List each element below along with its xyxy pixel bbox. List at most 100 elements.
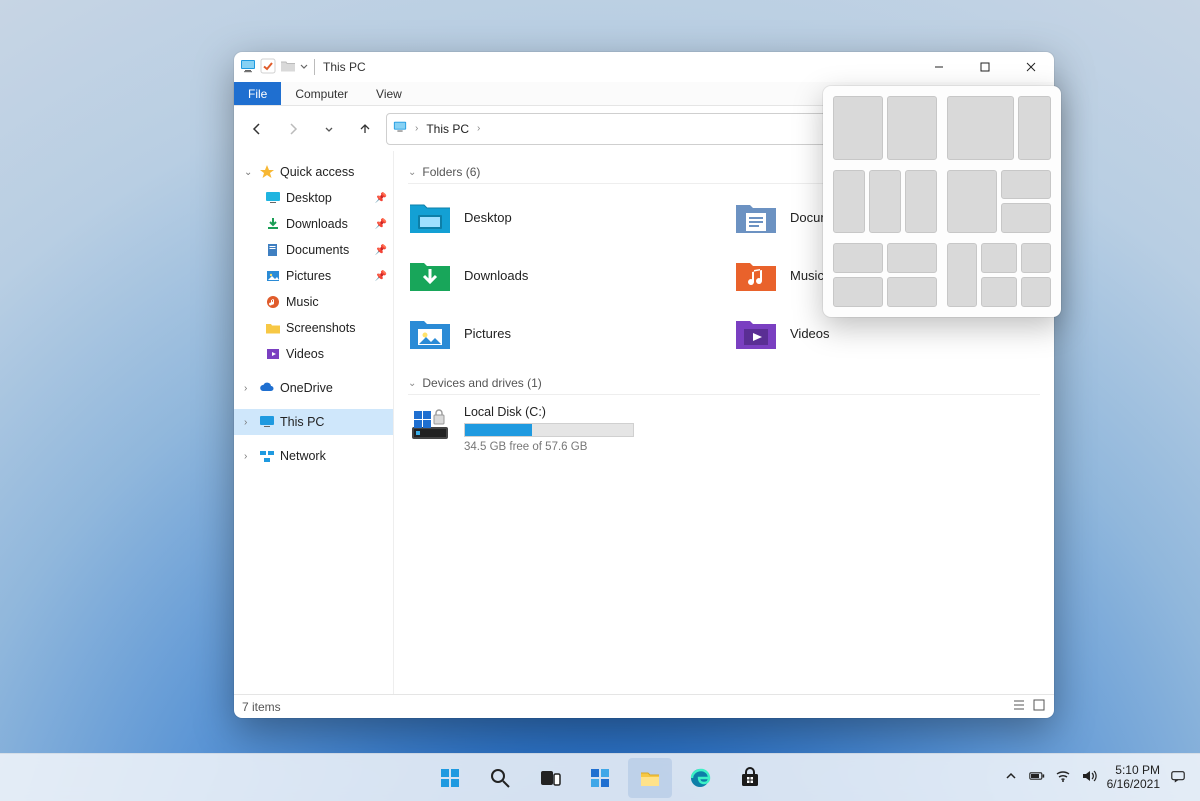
videos-icon <box>264 345 282 363</box>
drive-name: Local Disk (C:) <box>464 405 634 419</box>
drive-usage-bar <box>464 423 634 437</box>
sidebar-item-music[interactable]: Music <box>234 289 393 315</box>
sidebar-item-label: Quick access <box>280 165 387 179</box>
group-header-drives[interactable]: ⌄ Devices and drives (1) <box>408 372 1040 395</box>
sidebar-item-label: Screenshots <box>286 321 387 335</box>
desktop-icon <box>264 189 282 207</box>
chevron-down-icon[interactable]: ⌄ <box>244 167 254 178</box>
sidebar-onedrive[interactable]: › OneDrive <box>234 375 393 401</box>
folder-icon <box>264 319 282 337</box>
window-close-button[interactable] <box>1008 52 1054 82</box>
snap-layout-three-columns[interactable] <box>833 170 937 234</box>
snap-layout-quadrants[interactable] <box>833 243 937 307</box>
sidebar-quick-access[interactable]: ⌄ Quick access <box>234 159 393 185</box>
nav-recent-dropdown[interactable] <box>314 114 344 144</box>
chevron-right-icon[interactable]: › <box>244 451 254 462</box>
sidebar-item-label: Desktop <box>286 191 371 205</box>
ribbon-tab-computer[interactable]: Computer <box>281 82 362 105</box>
tray-date: 6/16/2021 <box>1107 778 1160 792</box>
folder-item-pictures[interactable]: Pictures <box>408 310 714 356</box>
tray-volume-icon[interactable] <box>1081 768 1097 787</box>
taskbar-search-button[interactable] <box>478 758 522 798</box>
drive-item-local-c[interactable]: Local Disk (C:) 34.5 GB free of 57.6 GB <box>408 405 1040 453</box>
tray-notifications-icon[interactable] <box>1170 769 1188 787</box>
status-view-large-icon[interactable] <box>1032 698 1046 715</box>
sidebar-item-videos[interactable]: Videos <box>234 341 393 367</box>
status-view-details-icon[interactable] <box>1012 698 1026 715</box>
sidebar-item-label: Downloads <box>286 217 371 231</box>
tray-overflow-icon[interactable] <box>1003 768 1019 787</box>
breadcrumb-root[interactable]: This PC <box>426 122 469 136</box>
sidebar-item-label: Music <box>286 295 387 309</box>
this-pc-icon <box>240 58 256 77</box>
explorer-folder-qat-icon[interactable] <box>280 58 296 77</box>
sidebar-item-label: Pictures <box>286 269 371 283</box>
network-icon <box>258 447 276 465</box>
sidebar-item-label: Videos <box>286 347 387 361</box>
snap-layout-center-big[interactable] <box>947 243 1051 307</box>
folder-item-downloads[interactable]: Downloads <box>408 252 714 298</box>
sidebar-item-desktop[interactable]: Desktop 📌 <box>234 185 393 211</box>
window-title: This PC <box>321 60 366 74</box>
tray-wifi-icon[interactable] <box>1055 768 1071 787</box>
music-folder-icon <box>734 255 778 295</box>
videos-folder-icon <box>734 313 778 353</box>
status-item-count: 7 items <box>242 700 281 714</box>
taskbar-file-explorer[interactable] <box>628 758 672 798</box>
sidebar-item-screenshots[interactable]: Screenshots <box>234 315 393 341</box>
snap-layouts-popup <box>823 86 1061 317</box>
group-header-label: Devices and drives (1) <box>422 376 541 390</box>
group-header-label: Folders (6) <box>422 165 480 179</box>
sidebar-item-pictures[interactable]: Pictures 📌 <box>234 263 393 289</box>
pin-icon: 📌 <box>375 219 387 230</box>
nav-back-button[interactable] <box>242 114 272 144</box>
onedrive-icon <box>258 379 276 397</box>
breadcrumb-chevron-icon[interactable]: › <box>415 123 418 134</box>
sidebar-item-downloads[interactable]: Downloads 📌 <box>234 211 393 237</box>
folder-item-label: Desktop <box>464 210 512 225</box>
this-pc-icon <box>258 413 276 431</box>
folder-item-label: Pictures <box>464 326 511 341</box>
snap-layout-big-left[interactable] <box>947 96 1051 160</box>
ribbon-tab-file[interactable]: File <box>234 82 281 105</box>
desktop-folder-icon <box>408 197 452 237</box>
system-tray: 5:10 PM 6/16/2021 <box>1003 754 1194 801</box>
properties-qat-icon[interactable] <box>260 58 276 77</box>
tray-clock[interactable]: 5:10 PM 6/16/2021 <box>1107 764 1160 792</box>
sidebar-item-documents[interactable]: Documents 📌 <box>234 237 393 263</box>
taskbar-taskview-button[interactable] <box>528 758 572 798</box>
sidebar-this-pc[interactable]: › This PC <box>234 409 393 435</box>
pin-icon: 📌 <box>375 245 387 256</box>
taskbar-start-button[interactable] <box>428 758 472 798</box>
window-titlebar[interactable]: This PC <box>234 52 1054 82</box>
downloads-folder-icon <box>408 255 452 295</box>
taskbar-store[interactable] <box>728 758 772 798</box>
taskbar-widgets-button[interactable] <box>578 758 622 798</box>
window-minimize-button[interactable] <box>916 52 962 82</box>
folder-item-label: Downloads <box>464 268 528 283</box>
star-icon <box>258 163 276 181</box>
chevron-right-icon[interactable]: › <box>244 417 254 428</box>
folder-item-desktop[interactable]: Desktop <box>408 194 714 240</box>
tray-battery-icon[interactable] <box>1029 768 1045 787</box>
qat-dropdown-icon[interactable] <box>300 60 308 74</box>
taskbar-edge[interactable] <box>678 758 722 798</box>
downloads-icon <box>264 215 282 233</box>
music-icon <box>264 293 282 311</box>
breadcrumb-chevron-icon[interactable]: › <box>477 123 480 134</box>
ribbon-tab-view[interactable]: View <box>362 82 416 105</box>
drive-usage-fill <box>465 424 532 436</box>
tray-time: 5:10 PM <box>1107 764 1160 778</box>
nav-up-button[interactable] <box>350 114 380 144</box>
nav-forward-button[interactable] <box>278 114 308 144</box>
sidebar-network[interactable]: › Network <box>234 443 393 469</box>
snap-layout-two-columns[interactable] <box>833 96 937 160</box>
pin-icon: 📌 <box>375 193 387 204</box>
window-maximize-button[interactable] <box>962 52 1008 82</box>
chevron-right-icon[interactable]: › <box>244 383 254 394</box>
snap-layout-left-tall-right-split[interactable] <box>947 170 1051 234</box>
documents-folder-icon <box>734 197 778 237</box>
folder-item-videos[interactable]: Videos <box>734 310 1040 356</box>
navigation-pane: ⌄ Quick access Desktop 📌 Downloads 📌 <box>234 151 394 694</box>
drive-icon <box>408 405 452 445</box>
